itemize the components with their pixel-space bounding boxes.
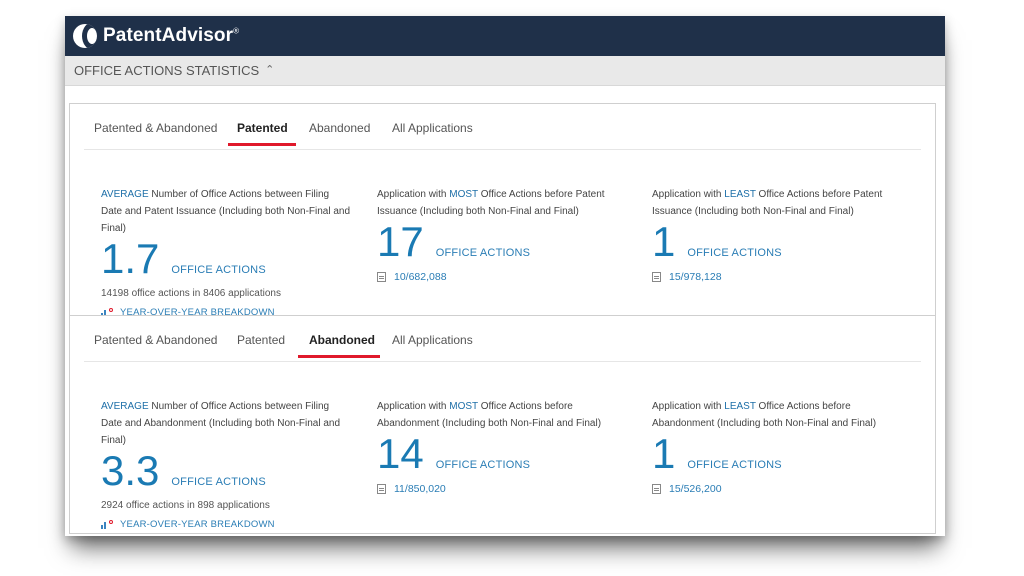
stat-unit: OFFICE ACTIONS xyxy=(171,476,265,488)
document-icon xyxy=(652,484,661,494)
stat-value: 1 xyxy=(652,433,675,475)
chevron-up-icon[interactable]: ⌃ xyxy=(265,63,274,76)
document-icon xyxy=(652,272,661,282)
stat-value-row: 1.7 OFFICE ACTIONS xyxy=(101,238,351,280)
stat-value-row: 3.3 OFFICE ACTIONS xyxy=(101,450,351,492)
tab-bar: Patented & Abandoned Patented Abandoned … xyxy=(84,316,921,362)
tab-abandoned[interactable]: Abandoned xyxy=(309,333,375,347)
application-number: 10/682,088 xyxy=(394,271,447,283)
stat-prefix: Application with xyxy=(377,401,449,412)
document-icon xyxy=(377,484,386,494)
document-icon xyxy=(377,272,386,282)
tab-bar: Patented & Abandoned Patented Abandoned … xyxy=(84,104,921,150)
stat-description: AVERAGE Number of Office Actions between… xyxy=(101,186,351,237)
stat-prefix: Application with xyxy=(377,189,449,200)
tab-abandoned[interactable]: Abandoned xyxy=(309,121,370,135)
stat-value: 3.3 xyxy=(101,450,159,492)
stat-value-row: 1 OFFICE ACTIONS xyxy=(652,221,902,263)
stat-least: Application with LEAST Office Actions be… xyxy=(652,398,902,495)
stat-value-row: 17 OFFICE ACTIONS xyxy=(377,221,627,263)
brand-name[interactable]: PatentAdvisor® xyxy=(103,25,239,47)
stat-value: 17 xyxy=(377,221,424,263)
stat-highlight: MOST xyxy=(449,189,478,200)
stat-unit: OFFICE ACTIONS xyxy=(436,247,530,259)
application-number: 15/978,128 xyxy=(669,271,722,283)
stat-most: Application with MOST Office Actions bef… xyxy=(377,398,627,495)
bar-chart-icon xyxy=(101,520,113,529)
trademark: ® xyxy=(233,27,239,36)
tab-all-applications[interactable]: All Applications xyxy=(392,333,473,347)
stats-panel-abandoned: Patented & Abandoned Patented Abandoned … xyxy=(69,315,936,534)
tab-patented[interactable]: Patented xyxy=(237,121,288,135)
stat-unit: OFFICE ACTIONS xyxy=(687,459,781,471)
stat-unit: OFFICE ACTIONS xyxy=(436,459,530,471)
stat-highlight: MOST xyxy=(449,401,478,412)
tab-patented[interactable]: Patented xyxy=(237,333,285,347)
stat-most: Application with MOST Office Actions bef… xyxy=(377,186,627,283)
active-tab-indicator xyxy=(298,355,380,358)
top-navbar: PatentAdvisor® xyxy=(65,16,945,56)
application-link[interactable]: 15/978,128 xyxy=(652,271,902,283)
yoy-breakdown-link[interactable]: YEAR-OVER-YEAR BREAKDOWN xyxy=(101,519,351,530)
tab-patented-abandoned[interactable]: Patented & Abandoned xyxy=(94,333,217,347)
stat-description: Application with LEAST Office Actions be… xyxy=(652,186,902,220)
stat-value-row: 1 OFFICE ACTIONS xyxy=(652,433,902,475)
stat-prefix: Application with xyxy=(652,401,724,412)
tab-all-applications[interactable]: All Applications xyxy=(392,121,473,135)
stats-panel-patented: Patented & Abandoned Patented Abandoned … xyxy=(69,103,936,316)
stat-value: 14 xyxy=(377,433,424,475)
stat-prefix: Application with xyxy=(652,189,724,200)
stat-highlight: LEAST xyxy=(724,401,756,412)
stat-description: Application with MOST Office Actions bef… xyxy=(377,186,627,220)
yoy-breakdown-label: YEAR-OVER-YEAR BREAKDOWN xyxy=(120,519,275,530)
application-number: 15/526,200 xyxy=(669,483,722,495)
stat-highlight: AVERAGE xyxy=(101,189,149,200)
stat-least: Application with LEAST Office Actions be… xyxy=(652,186,902,283)
stat-average: AVERAGE Number of Office Actions between… xyxy=(101,186,351,318)
logo-icon xyxy=(73,24,97,48)
stat-unit: OFFICE ACTIONS xyxy=(171,264,265,276)
stat-value: 1 xyxy=(652,221,675,263)
stat-description: Application with LEAST Office Actions be… xyxy=(652,398,902,432)
application-link[interactable]: 15/526,200 xyxy=(652,483,902,495)
app-window: PatentAdvisor® OFFICE ACTIONS STATISTICS… xyxy=(65,16,945,536)
application-number: 11/850,020 xyxy=(394,483,446,495)
stat-highlight: AVERAGE xyxy=(101,401,149,412)
stat-value-row: 14 OFFICE ACTIONS xyxy=(377,433,627,475)
brand-text: PatentAdvisor xyxy=(103,25,233,46)
application-link[interactable]: 10/682,088 xyxy=(377,271,627,283)
section-header[interactable]: OFFICE ACTIONS STATISTICS ⌃ xyxy=(65,56,945,86)
stat-average: AVERAGE Number of Office Actions between… xyxy=(101,398,351,530)
stat-description: AVERAGE Number of Office Actions between… xyxy=(101,398,351,449)
section-title: OFFICE ACTIONS STATISTICS xyxy=(74,63,259,78)
stat-subtext: 2924 office actions in 898 applications xyxy=(101,500,351,511)
active-tab-indicator xyxy=(228,143,296,146)
stat-unit: OFFICE ACTIONS xyxy=(687,247,781,259)
tab-patented-abandoned[interactable]: Patented & Abandoned xyxy=(94,121,217,135)
application-link[interactable]: 11/850,020 xyxy=(377,483,627,495)
stat-subtext: 14198 office actions in 8406 application… xyxy=(101,288,351,299)
stat-description: Application with MOST Office Actions bef… xyxy=(377,398,627,432)
stat-highlight: LEAST xyxy=(724,189,756,200)
stat-value: 1.7 xyxy=(101,238,159,280)
